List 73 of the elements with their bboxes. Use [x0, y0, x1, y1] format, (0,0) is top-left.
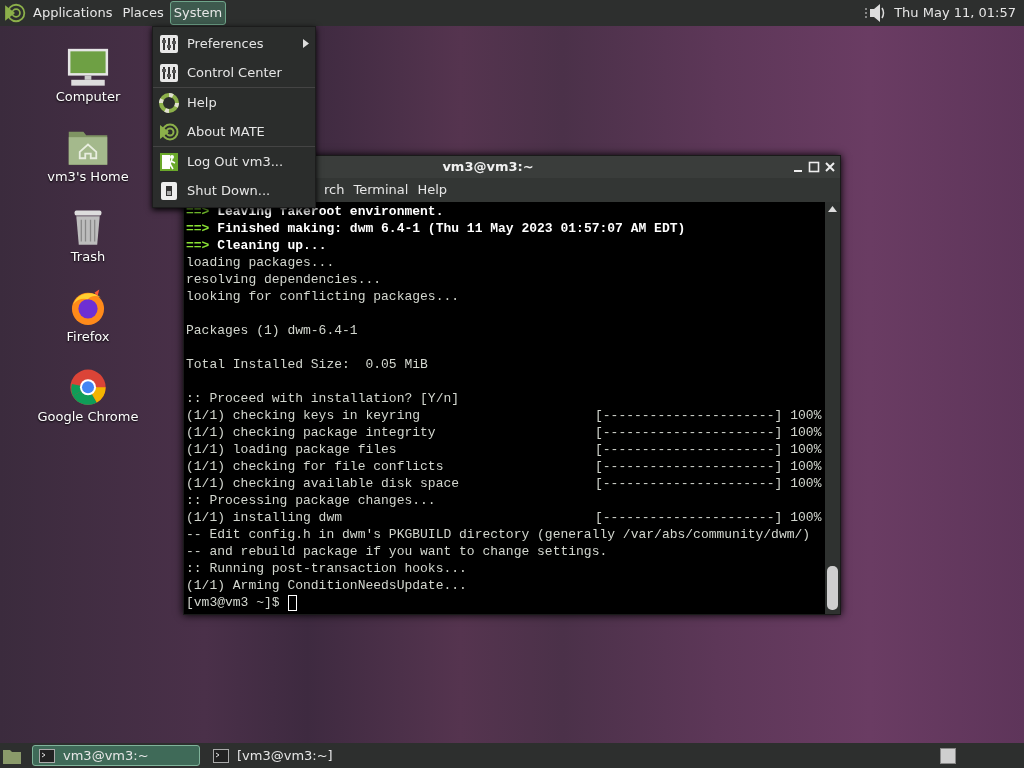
- panel-menu[interactable]: Places: [118, 1, 168, 25]
- progress-bar-text: [----------------------]: [595, 475, 783, 492]
- progress-bar-text: [----------------------]: [595, 407, 783, 424]
- menu-item[interactable]: rch: [320, 180, 349, 200]
- percent-text: 100%: [790, 475, 822, 492]
- menu-item[interactable]: Terminal: [349, 180, 413, 200]
- taskbar-button[interactable]: [vm3@vm3:~]: [206, 745, 374, 766]
- terminal-icon: [213, 748, 229, 763]
- desktop-icon-label[interactable]: vm3's Home: [47, 166, 129, 186]
- terminal-line: (1/1) checking package integrity: [186, 424, 437, 441]
- terminal-line: (1/1) checking available disk space: [186, 475, 461, 492]
- terminal-line: (1/1) installing dwm: [186, 509, 344, 526]
- terminal-line: loading packages...: [186, 255, 335, 270]
- terminal-line: resolving dependencies...: [186, 272, 382, 287]
- terminal-line: Cleaning up...: [217, 237, 327, 254]
- text-cursor: [287, 594, 297, 611]
- sliders-icon: [159, 33, 179, 54]
- progress-bar-text: [----------------------]: [595, 509, 783, 526]
- panel-menu[interactable]: Applications: [29, 1, 117, 25]
- workspace-switcher[interactable]: [940, 747, 956, 764]
- terminal-line: -- and rebuild package if you want to change settings.: [186, 544, 608, 559]
- scrollbar-thumb[interactable]: [827, 566, 838, 610]
- percent-text: 100%: [790, 407, 822, 424]
- terminal-icon: [39, 748, 55, 763]
- terminal-line: Packages (1) dwm-6.4-1: [186, 323, 358, 338]
- lifebuoy-icon: [159, 92, 179, 113]
- menu-item[interactable]: About MATE: [153, 117, 315, 146]
- menu-item[interactable]: Control Center: [153, 58, 315, 87]
- terminal-line: :: Processing package changes...: [186, 493, 436, 508]
- maximize-icon[interactable]: [808, 161, 820, 173]
- progress-bar-text: [----------------------]: [595, 458, 783, 475]
- clock[interactable]: Thu May 11, 01:57: [894, 3, 1016, 23]
- terminal-line: -- Edit config.h in dwm's PKGBUILD directory (generally /var/abs/community/dwm/): [186, 527, 811, 542]
- desktop-icon-label[interactable]: Computer: [55, 86, 121, 106]
- terminal-line: Leaving fakeroot environment.: [217, 203, 444, 220]
- shell-prompt: [vm3@vm3 ~]$: [186, 594, 280, 611]
- prompt-arrow: ==>: [186, 220, 210, 237]
- terminal-line: :: Running post-transaction hooks...: [186, 561, 467, 576]
- window-title: vm3@vm3:~: [442, 158, 534, 177]
- terminal-line: looking for conflicting packages...: [186, 289, 460, 304]
- terminal-line: (1/1) loading package files: [186, 441, 398, 458]
- terminal-line: (1/1) Arming ConditionNeedsUpdate...: [186, 578, 467, 593]
- submenu-arrow-icon: [303, 39, 309, 48]
- terminal-line: (1/1) checking for file conflicts: [186, 458, 445, 475]
- percent-text: 100%: [790, 424, 822, 441]
- desktop-icon-label[interactable]: Firefox: [66, 326, 110, 346]
- progress-bar-text: [----------------------]: [595, 424, 783, 441]
- terminal-line: Finished making: dwm 6.4-1 (Thu 11 May 2023 01:57:07 AM EDT): [217, 220, 686, 237]
- percent-text: 100%: [790, 458, 822, 475]
- menu-item[interactable]: Help: [153, 88, 315, 117]
- menu-item[interactable]: Log Out vm3...: [153, 147, 315, 176]
- mate-logo-icon[interactable]: [4, 2, 26, 24]
- menu-item[interactable]: Preferences: [153, 29, 315, 58]
- sliders-icon: [159, 62, 179, 83]
- menu-item[interactable]: Help: [413, 180, 452, 200]
- percent-text: 100%: [790, 441, 822, 458]
- panel-menu[interactable]: System: [169, 1, 227, 25]
- percent-text: 100%: [790, 509, 822, 526]
- mate-logo-icon: [159, 121, 179, 142]
- desktop-icon-label[interactable]: Google Chrome: [37, 406, 139, 426]
- exit-icon: [159, 151, 179, 172]
- terminal-line: Total Installed Size: 0.05 MiB: [186, 357, 428, 372]
- close-icon[interactable]: [824, 161, 836, 173]
- prompt-arrow: ==>: [186, 237, 210, 254]
- taskbar-button[interactable]: vm3@vm3:~: [32, 745, 200, 766]
- terminal-line: :: Proceed with installation? [Y/n]: [186, 391, 460, 406]
- prompt-arrow: ==>: [186, 203, 210, 220]
- power-switch-icon: [159, 180, 179, 201]
- terminal-line: (1/1) checking keys in keyring: [186, 407, 422, 424]
- progress-bar-text: [----------------------]: [595, 441, 783, 458]
- scroll-up-icon[interactable]: [828, 206, 837, 212]
- desktop-icon-label[interactable]: Trash: [70, 246, 106, 266]
- menu-item[interactable]: Shut Down...: [153, 176, 315, 205]
